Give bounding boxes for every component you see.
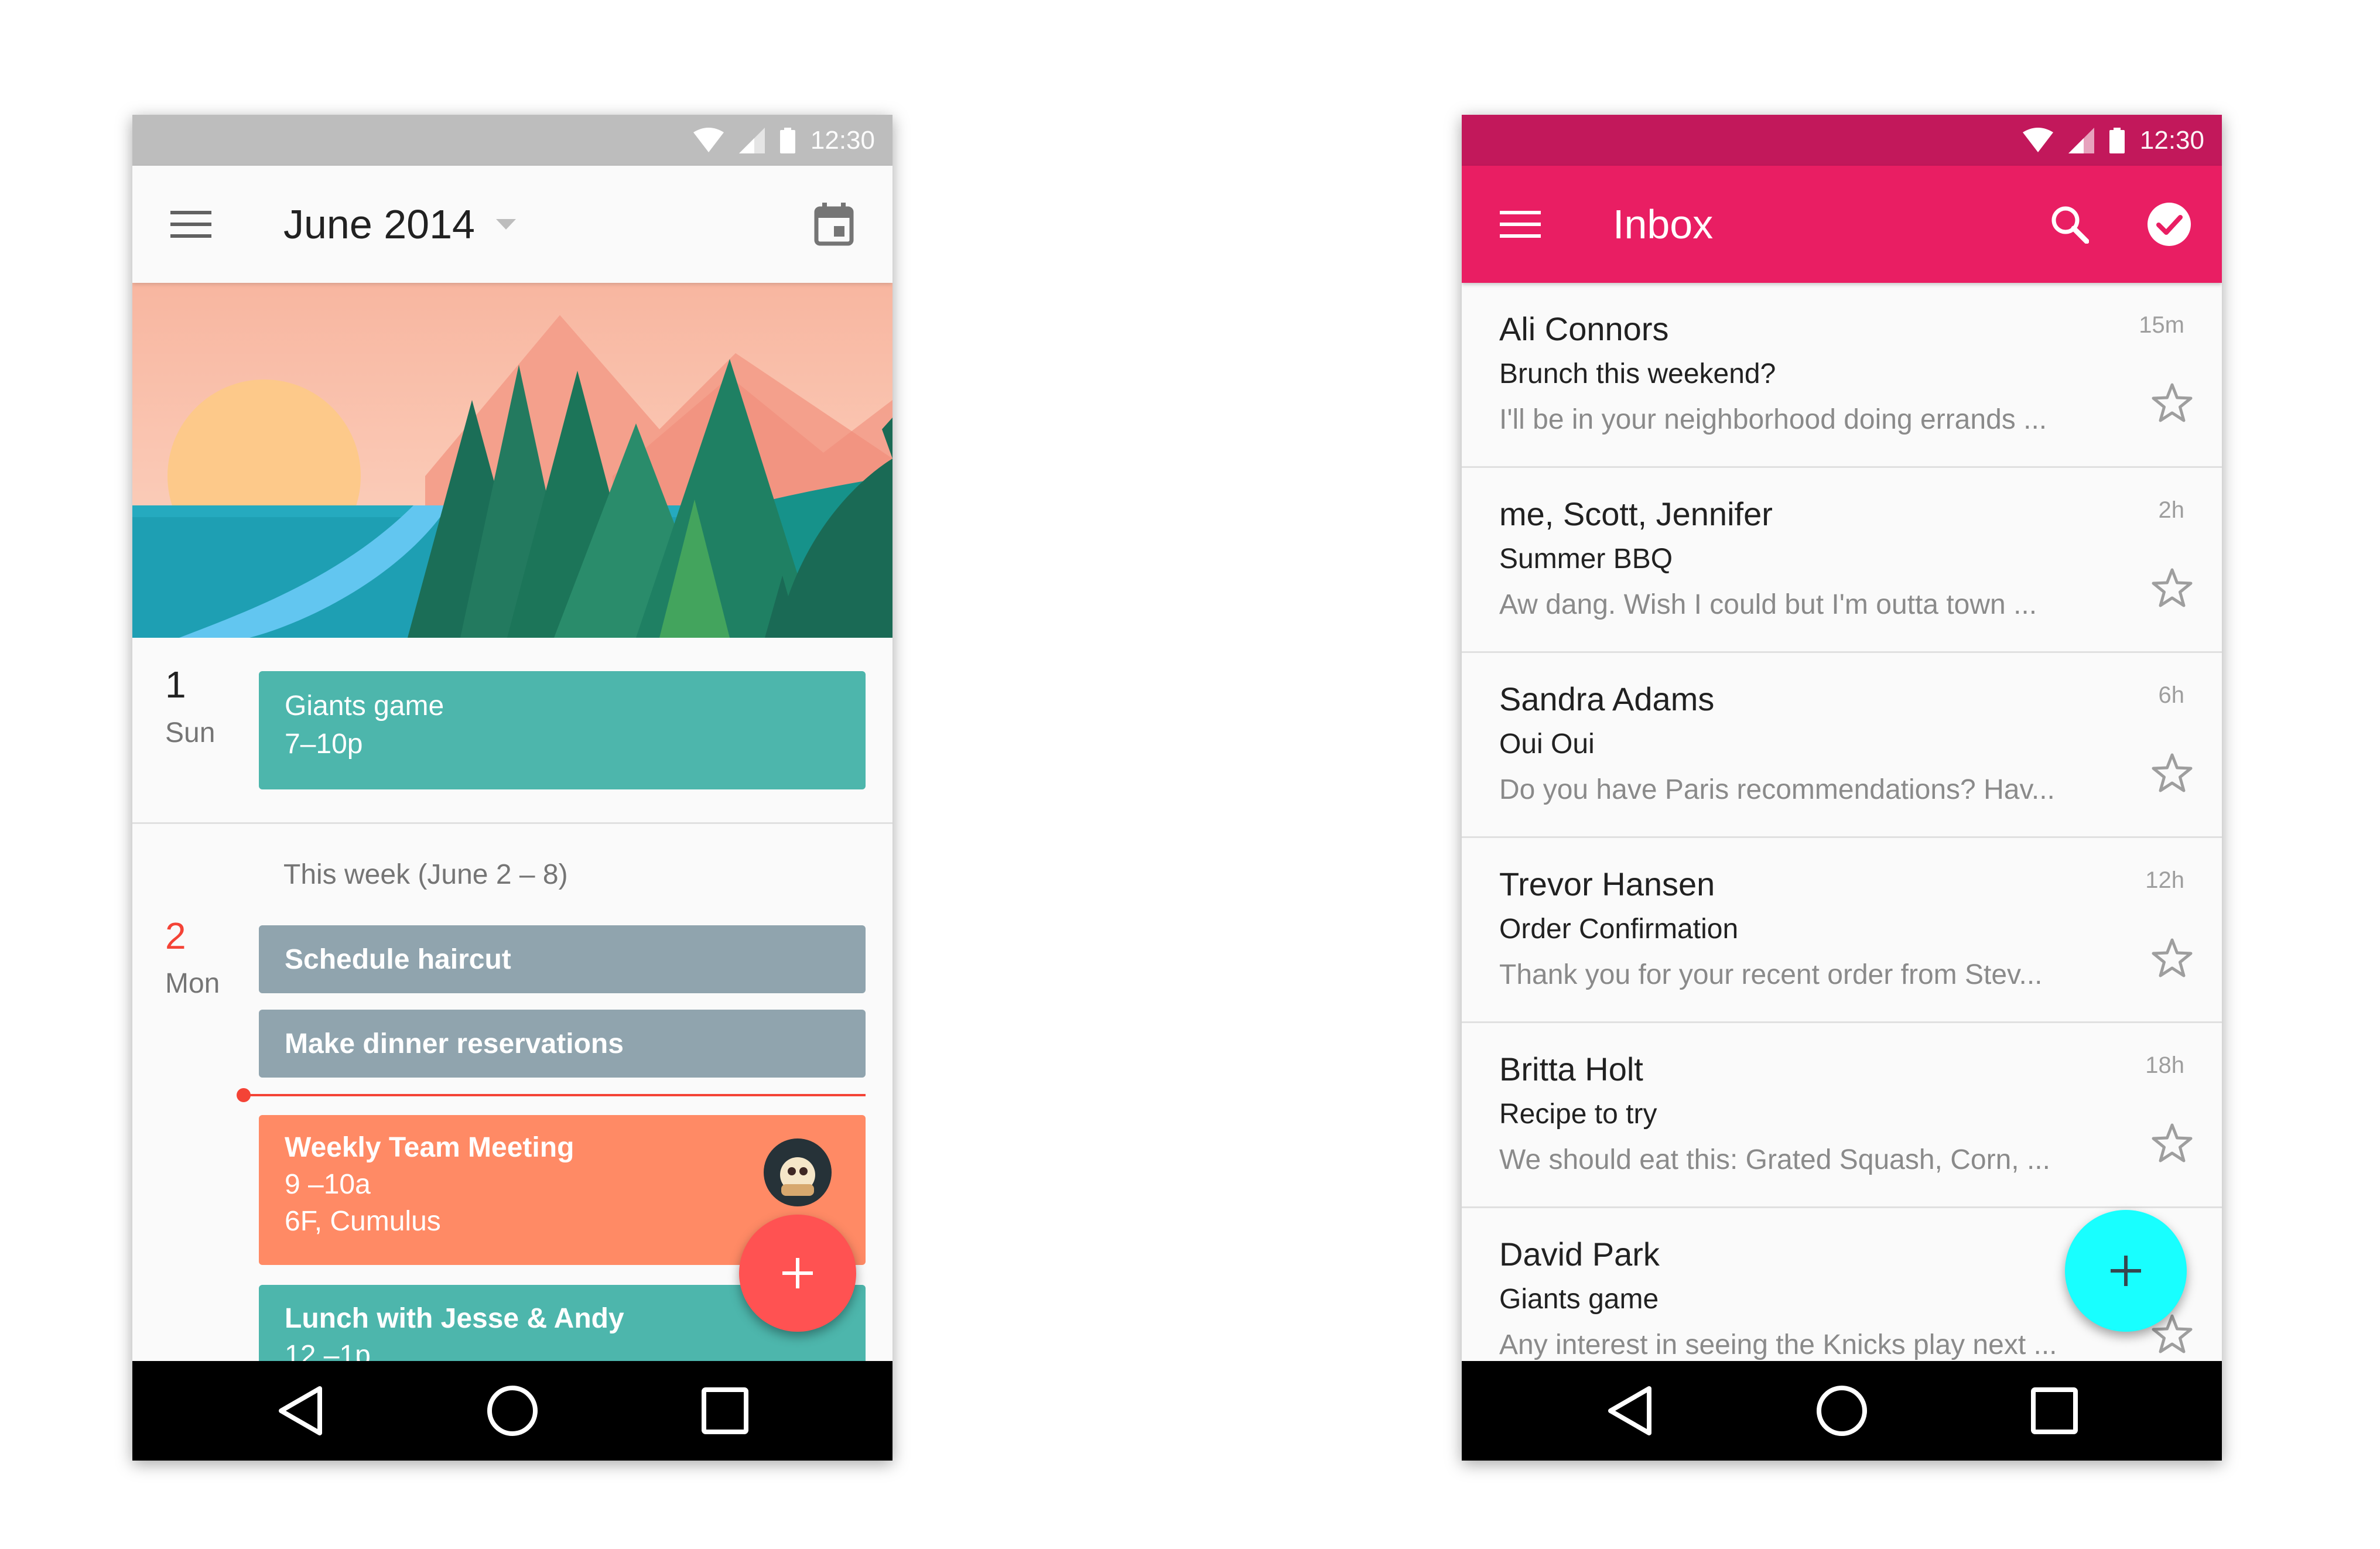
day-name: Sun [165,717,216,748]
status-bar: 12:30 [1462,115,2222,166]
back-button[interactable] [241,1361,358,1461]
dropdown-arrow-icon [495,219,516,230]
status-time: 12:30 [2139,125,2204,155]
message-subject: Order Confirmation [1499,914,1739,945]
list-item[interactable]: Ali Connors Brunch this weekend? I'll be… [1462,283,2222,468]
message-time: 18h [2145,1052,2184,1078]
calendar-phone: 12:30 June 2014 1 Sun Giants game 7–10p … [132,115,892,1461]
week-header: This week (June 2 – 8) [283,859,568,890]
menu-button[interactable] [156,166,226,283]
message-snippet: We should eat this: Grated Squash, Corn,… [1499,1144,2050,1175]
wifi-icon [693,127,724,152]
add-event-fab[interactable] [739,1215,856,1332]
wifi-icon [2022,127,2053,152]
message-sender: Trevor Hansen [1499,866,1715,902]
message-time: 2h [2158,497,2185,523]
page-title: Inbox [1613,201,1714,247]
day-name: Mon [165,968,220,999]
event-title: Giants game [285,690,444,722]
menu-icon [170,211,211,238]
message-sender: Ali Connors [1499,310,1669,347]
search-button[interactable] [2034,166,2105,283]
message-time: 6h [2158,682,2185,708]
battery-icon [779,127,795,153]
recents-button[interactable] [1996,1361,2113,1461]
event-time: 7–10p [285,729,363,760]
message-snippet: Any interest in seeing the Knicks play n… [1499,1329,2057,1360]
add-icon [2111,1256,2141,1286]
home-button[interactable] [454,1361,571,1461]
recents-icon [702,1387,748,1434]
search-icon [2051,206,2089,244]
day-number-today: 2 [165,915,186,957]
recents-button[interactable] [666,1361,784,1461]
add-icon [782,1258,813,1288]
event-giants-game[interactable]: Giants game 7–10p [259,671,866,789]
battery-icon [2109,127,2125,153]
current-time-dot [237,1088,251,1102]
divider [132,822,892,824]
avatar [764,1138,832,1206]
back-icon [1608,1386,1651,1435]
home-icon [1817,1386,1867,1436]
star-outline-icon[interactable] [2152,753,2193,794]
recents-icon [2031,1387,2078,1434]
star-outline-icon[interactable] [2152,382,2193,423]
message-subject: Recipe to try [1499,1099,1657,1130]
status-bar: 12:30 [132,115,892,166]
header-illustration [132,283,892,638]
current-time-indicator [242,1094,866,1096]
event-title: Make dinner reservations [285,1028,624,1059]
message-subject: Brunch this weekend? [1499,358,1776,389]
home-icon [487,1386,538,1436]
mark-done-button[interactable] [2134,166,2204,283]
event-dinner-reservations[interactable]: Make dinner reservations [259,1010,866,1078]
calendar-today-icon [814,203,854,246]
list-item[interactable]: Britta Holt Recipe to try We should eat … [1462,1023,2222,1208]
menu-icon [1500,211,1541,238]
message-subject: Oui Oui [1499,729,1595,760]
message-snippet: Do you have Paris recommendations? Hav..… [1499,774,2055,805]
menu-button[interactable] [1485,166,1555,283]
message-sender: David Park [1499,1236,1660,1273]
today-button[interactable] [799,166,869,283]
month-selector[interactable]: June 2014 [283,166,516,283]
message-snippet: Aw dang. Wish I could but I'm outta town… [1499,589,2037,620]
day-number: 1 [165,664,186,706]
message-snippet: Thank you for your recent order from Ste… [1499,959,2043,990]
signal-icon [2068,127,2094,153]
star-outline-icon[interactable] [2152,567,2193,608]
navigation-bar [132,1361,892,1461]
star-outline-icon[interactable] [2152,938,2193,979]
page-title: June 2014 [283,201,475,247]
home-button[interactable] [1783,1361,1900,1461]
signal-icon [738,127,765,153]
back-button[interactable] [1571,1361,1688,1461]
list-item[interactable]: Sandra Adams Oui Oui Do you have Paris r… [1462,653,2222,838]
status-time: 12:30 [810,125,875,155]
message-sender: Sandra Adams [1499,681,1715,717]
check-circle-icon [2148,203,2191,246]
list-item[interactable]: me, Scott, Jennifer Summer BBQ Aw dang. … [1462,468,2222,653]
inbox-phone: 12:30 Inbox Ali Connors Brunch this week… [1462,115,2222,1461]
message-sender: me, Scott, Jennifer [1499,495,1773,532]
message-subject: Summer BBQ [1499,543,1673,575]
message-time: 12h [2145,867,2184,893]
list-item[interactable]: Trevor Hansen Order Confirmation Thank y… [1462,838,2222,1023]
star-outline-icon[interactable] [2152,1123,2193,1164]
navigation-bar [1462,1361,2222,1461]
message-subject: Giants game [1499,1284,1659,1315]
app-toolbar: June 2014 [132,166,892,283]
message-time: 15m [2139,312,2184,338]
message-snippet: I'll be in your neighborhood doing erran… [1499,404,2047,435]
back-icon [279,1386,322,1435]
compose-fab[interactable] [2065,1210,2187,1332]
event-title: Schedule haircut [285,943,511,975]
event-schedule-haircut[interactable]: Schedule haircut [259,925,866,993]
message-sender: Britta Holt [1499,1051,1643,1088]
app-toolbar: Inbox [1462,166,2222,283]
